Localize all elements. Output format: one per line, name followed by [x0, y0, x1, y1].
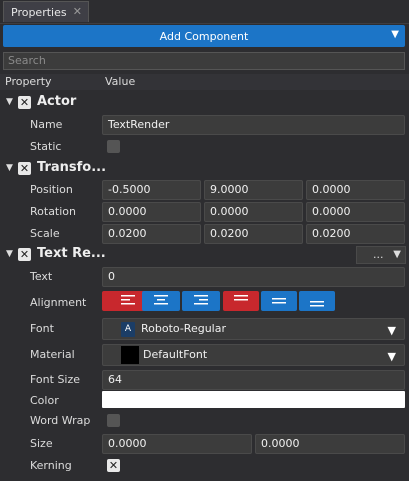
- position-y-field[interactable]: 9.0000: [204, 180, 303, 200]
- position-x-field[interactable]: -0.5000: [102, 180, 201, 200]
- section-title: Transfo...: [37, 160, 107, 175]
- property-row-scale: Scale 0.0200 0.0200 0.0200: [0, 223, 409, 245]
- chevron-down-icon: ▼: [387, 350, 396, 363]
- align-center-button[interactable]: [142, 291, 180, 311]
- property-label: Font Size: [30, 373, 81, 386]
- section-actor[interactable]: ▼ ✕ Actor: [0, 92, 409, 114]
- search-input[interactable]: Search: [3, 52, 405, 70]
- align-left-icon: [121, 295, 135, 305]
- section-text-render[interactable]: ▼ ✕ Text Re... ... ▼: [0, 244, 409, 266]
- property-row-font: Font A Roboto-Regular ▼: [0, 318, 409, 340]
- position-z-field[interactable]: 0.0000: [306, 180, 405, 200]
- column-header: Property Value: [0, 74, 409, 90]
- property-label: Position: [30, 183, 73, 196]
- material-dropdown[interactable]: DefaultFont ▼: [102, 344, 405, 366]
- property-label: Static: [30, 140, 62, 153]
- property-row-position: Position -0.5000 9.0000 0.0000: [0, 179, 409, 201]
- align-right-button[interactable]: [182, 291, 220, 311]
- property-label: Material: [30, 348, 75, 361]
- material-swatch-icon: [121, 346, 139, 364]
- property-label: Size: [30, 437, 53, 450]
- section-title: Actor: [37, 94, 77, 109]
- rotation-z-field[interactable]: 0.0000: [306, 202, 405, 222]
- property-label: Alignment: [30, 296, 87, 309]
- search-placeholder: Search: [8, 54, 46, 67]
- property-row-name: Name TextRender: [0, 114, 409, 136]
- add-component-label: Add Component: [159, 29, 249, 43]
- valign-bottom-button[interactable]: [299, 291, 335, 311]
- color-swatch[interactable]: [102, 391, 405, 408]
- remove-icon[interactable]: ✕: [18, 162, 31, 175]
- property-label: Kerning: [30, 459, 72, 472]
- collapse-triangle-icon[interactable]: ▼: [6, 163, 13, 173]
- kerning-checkbox[interactable]: ✕: [107, 459, 120, 472]
- options-label: ...: [373, 248, 384, 261]
- remove-icon[interactable]: ✕: [18, 96, 31, 109]
- scale-z-field[interactable]: 0.0200: [306, 224, 405, 244]
- size-y-field[interactable]: 0.0000: [255, 434, 405, 454]
- property-row-static: Static: [0, 136, 409, 158]
- collapse-triangle-icon[interactable]: ▼: [6, 97, 13, 107]
- align-center-icon: [154, 295, 168, 305]
- property-row-kerning: Kerning ✕: [0, 455, 409, 477]
- chevron-down-icon: ▼: [393, 249, 401, 260]
- property-label: Name: [30, 118, 63, 131]
- align-right-icon: [194, 295, 208, 305]
- section-transform[interactable]: ▼ ✕ Transfo...: [0, 158, 409, 180]
- scale-x-field[interactable]: 0.0200: [102, 224, 201, 244]
- column-property: Property: [5, 75, 52, 88]
- column-value: Value: [105, 75, 136, 88]
- static-checkbox[interactable]: [107, 140, 120, 153]
- property-row-font-size: Font Size 64: [0, 369, 409, 391]
- valign-top-button[interactable]: [223, 291, 259, 311]
- property-row-alignment: Alignment: [0, 291, 409, 313]
- property-label: Word Wrap: [30, 414, 91, 427]
- component-options-button[interactable]: ... ▼: [356, 246, 406, 264]
- text-field[interactable]: 0: [102, 267, 405, 287]
- valign-middle-icon: [272, 298, 286, 304]
- valign-top-icon: [234, 295, 248, 301]
- close-icon[interactable]: ✕: [73, 5, 82, 18]
- name-field[interactable]: TextRender: [102, 115, 405, 135]
- remove-icon[interactable]: ✕: [18, 248, 31, 261]
- collapse-triangle-icon[interactable]: ▼: [6, 249, 13, 259]
- property-label: Rotation: [30, 205, 77, 218]
- font-value: Roboto-Regular: [141, 322, 226, 335]
- rotation-x-field[interactable]: 0.0000: [102, 202, 201, 222]
- tab-properties-label: Properties: [11, 5, 67, 19]
- chevron-down-icon: ▼: [391, 29, 399, 40]
- section-title: Text Re...: [37, 246, 106, 261]
- scale-y-field[interactable]: 0.0200: [204, 224, 303, 244]
- word-wrap-checkbox[interactable]: [107, 414, 120, 427]
- font-dropdown[interactable]: A Roboto-Regular ▼: [102, 318, 405, 340]
- property-label: Text: [30, 270, 53, 283]
- property-row-size: Size 0.0000 0.0000: [0, 433, 409, 455]
- property-row-color: Color: [0, 390, 409, 412]
- valign-middle-button[interactable]: [261, 291, 297, 311]
- font-asset-icon: A: [121, 322, 135, 337]
- font-size-field[interactable]: 64: [102, 370, 405, 390]
- property-row-rotation: Rotation 0.0000 0.0000 0.0000: [0, 201, 409, 223]
- size-x-field[interactable]: 0.0000: [102, 434, 252, 454]
- valign-bottom-icon: [310, 301, 324, 307]
- property-row-text: Text 0: [0, 266, 409, 288]
- tab-bar: Properties ✕: [0, 0, 409, 24]
- rotation-y-field[interactable]: 0.0000: [204, 202, 303, 222]
- add-component-button[interactable]: Add Component ▼: [3, 25, 405, 47]
- property-label: Color: [30, 394, 59, 407]
- property-row-word-wrap: Word Wrap: [0, 410, 409, 432]
- property-label: Scale: [30, 227, 60, 240]
- tab-properties[interactable]: Properties ✕: [3, 1, 89, 22]
- material-value: DefaultFont: [143, 348, 208, 361]
- property-label: Font: [30, 322, 54, 335]
- property-row-material: Material DefaultFont ▼: [0, 344, 409, 366]
- chevron-down-icon: ▼: [387, 324, 396, 337]
